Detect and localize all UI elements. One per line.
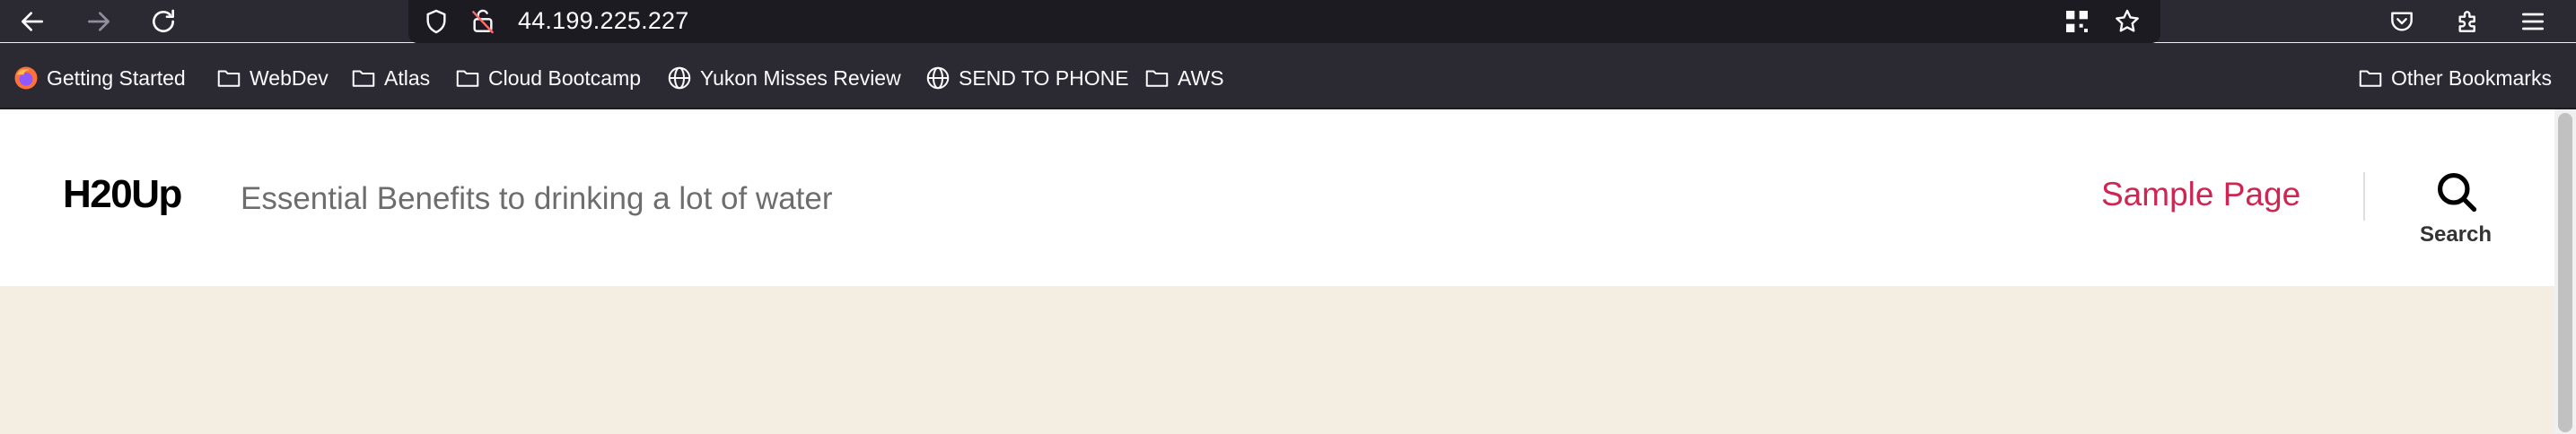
- nav-link-sample-page[interactable]: Sample Page: [2101, 176, 2300, 213]
- pocket-icon: [2391, 12, 2413, 31]
- insecure-lock-icon[interactable]: [466, 4, 500, 39]
- bookmark-label: Atlas: [384, 65, 431, 90]
- bookmark-folder-cloud-bootcamp[interactable]: Cloud Bootcamp: [454, 63, 641, 93]
- forward-button[interactable]: [81, 4, 117, 39]
- pocket-button[interactable]: [2384, 4, 2420, 39]
- site-title-link[interactable]: H20Up: [63, 172, 182, 217]
- browser-toolbar: 44.199.225.227: [0, 0, 2576, 43]
- site-header: H20Up Essential Benefits to drinking a l…: [0, 109, 2554, 286]
- firefox-icon: [13, 65, 39, 91]
- globe-icon: [924, 65, 951, 91]
- forward-arrow-icon: [88, 12, 110, 31]
- menu-button[interactable]: [2515, 4, 2551, 39]
- bookmark-folder-atlas[interactable]: Atlas: [350, 63, 430, 93]
- puzzle-extensions-icon: [2458, 11, 2475, 32]
- url-text[interactable]: 44.199.225.227: [518, 7, 688, 35]
- tracking-protection-shield-icon[interactable]: [419, 4, 453, 39]
- hamburger-menu-icon: [2522, 13, 2544, 30]
- bookmark-label: Cloud Bootcamp: [488, 65, 642, 90]
- back-button[interactable]: [14, 4, 50, 39]
- bookmark-label: AWS: [1178, 65, 1224, 90]
- qr-code-icon[interactable]: [2060, 4, 2094, 39]
- folder-icon: [454, 65, 481, 91]
- search-icon: [2437, 172, 2477, 213]
- search-toggle-button[interactable]: Search: [2414, 169, 2497, 258]
- header-divider: [2363, 172, 2365, 221]
- bookmark-label: WebDev: [250, 65, 329, 90]
- reload-icon: [153, 9, 174, 32]
- folder-icon: [215, 65, 242, 91]
- page-scrollbar[interactable]: [2554, 109, 2576, 434]
- folder-icon: [350, 65, 377, 91]
- bookmark-label: Yukon Misses Review: [700, 65, 901, 90]
- bookmark-folder-webdev[interactable]: WebDev: [215, 63, 329, 93]
- back-arrow-icon: [22, 12, 43, 31]
- bookmarks-toolbar: Getting Started WebDev Atlas Cloud Bootc…: [0, 43, 2576, 109]
- folder-icon: [1143, 65, 1170, 91]
- site-description: Essential Benefits to drinking a lot of …: [241, 181, 833, 216]
- address-bar[interactable]: 44.199.225.227: [408, 0, 2160, 43]
- search-label: Search: [2419, 222, 2493, 247]
- bookmark-folder-aws[interactable]: AWS: [1143, 63, 1224, 93]
- bookmark-label: SEND TO PHONE: [959, 65, 1129, 90]
- bookmark-getting-started[interactable]: Getting Started: [13, 63, 186, 93]
- bookmark-yukon-misses-review[interactable]: Yukon Misses Review: [666, 63, 901, 93]
- reload-button[interactable]: [145, 4, 181, 39]
- bookmark-send-to-phone[interactable]: SEND TO PHONE: [924, 63, 1129, 93]
- scrollbar-thumb[interactable]: [2558, 113, 2572, 432]
- globe-icon: [666, 65, 693, 91]
- other-bookmarks-folder[interactable]: Other Bookmarks: [2357, 63, 2552, 93]
- bookmark-label: Other Bookmarks: [2391, 65, 2552, 90]
- bookmark-star-icon[interactable]: [2110, 4, 2144, 39]
- page-content-area: [0, 286, 2554, 434]
- folder-icon: [2357, 65, 2384, 91]
- extensions-button[interactable]: [2450, 4, 2486, 39]
- bookmark-label: Getting Started: [47, 65, 186, 90]
